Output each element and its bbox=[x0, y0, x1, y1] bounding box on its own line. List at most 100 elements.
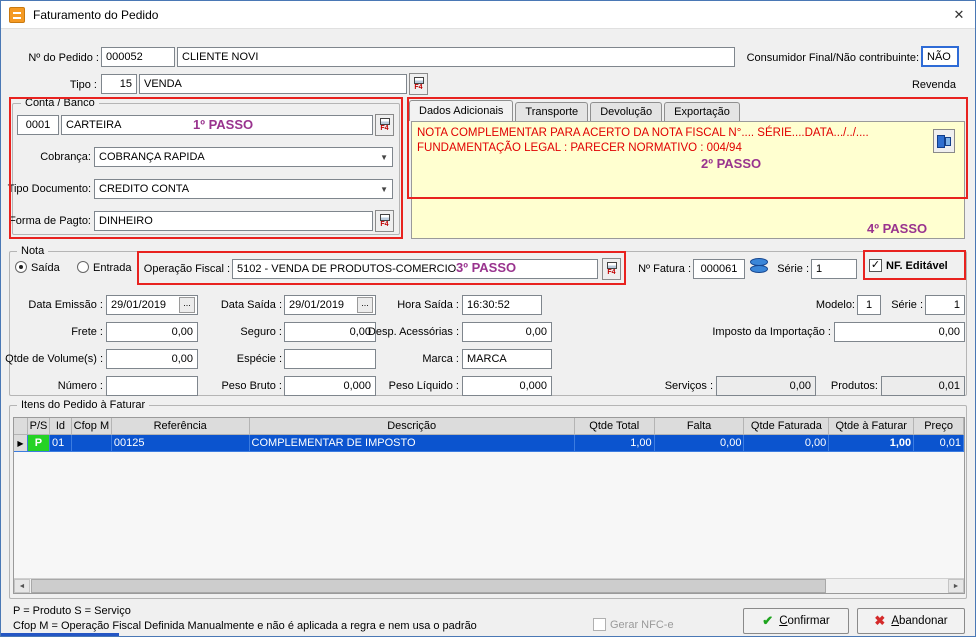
data-emissao-input[interactable]: 29/01/2019 ... bbox=[106, 295, 198, 315]
itens-table: P/S Id Cfop M Referência Descrição Qtde … bbox=[13, 417, 965, 594]
conta-banco-title: Conta / Banco bbox=[21, 97, 99, 109]
horizontal-scrollbar[interactable]: ◄ ► bbox=[14, 578, 964, 593]
cell-descricao: COMPLEMENTAR DE IMPOSTO bbox=[249, 435, 575, 452]
table-row[interactable]: ▶ P 01 00125 COMPLEMENTAR DE IMPOSTO 1,0… bbox=[14, 435, 965, 452]
tab-exportacao[interactable]: Exportação bbox=[664, 102, 740, 121]
serie-input[interactable]: 1 bbox=[811, 259, 857, 279]
chevron-down-icon: ▼ bbox=[380, 152, 388, 162]
nota-title: Nota bbox=[17, 245, 49, 257]
memo-detail-icon bbox=[937, 134, 951, 148]
cell-preco: 0,01 bbox=[914, 435, 965, 452]
header-qtde-faturada[interactable]: Qtde Faturada bbox=[744, 418, 830, 435]
conta-f4-button[interactable]: F4 bbox=[375, 114, 394, 136]
tipo-documento-select[interactable]: CREDITO CONTA ▼ bbox=[94, 179, 393, 199]
abandonar-button[interactable]: ✖ Abandonar bbox=[857, 608, 965, 634]
cobranca-select[interactable]: COBRANÇA RAPIDA ▼ bbox=[94, 147, 393, 167]
grid-icon bbox=[413, 76, 424, 84]
tipo-f4-button[interactable]: F4 bbox=[409, 73, 428, 95]
modelo-input[interactable]: 1 bbox=[857, 295, 881, 315]
calendar-picker-button[interactable]: ... bbox=[357, 297, 373, 313]
cell-falta: 0,00 bbox=[654, 435, 745, 452]
confirmar-button[interactable]: ✔ Confirmar bbox=[743, 608, 849, 634]
header-referencia[interactable]: Referência bbox=[111, 418, 250, 435]
fatura-input[interactable]: 000061 bbox=[693, 259, 745, 279]
cobranca-label: Cobrança: bbox=[40, 151, 91, 163]
operacao-fiscal-input[interactable]: 5102 - VENDA DE PRODUTOS-COMERCIO bbox=[232, 259, 598, 279]
imposto-importacao-input[interactable]: 0,00 bbox=[834, 322, 965, 342]
desp-acessorias-input[interactable]: 0,00 bbox=[462, 322, 552, 342]
table-header-row: P/S Id Cfop M Referência Descrição Qtde … bbox=[14, 418, 965, 435]
forma-pagto-input[interactable]: DINHEIRO bbox=[94, 211, 373, 231]
forma-pagto-f4-button[interactable]: F4 bbox=[375, 210, 394, 232]
frete-input[interactable]: 0,00 bbox=[106, 322, 198, 342]
cliente-input[interactable]: CLIENTE NOVI bbox=[177, 47, 735, 67]
titlebar: Faturamento do Pedido ✕ bbox=[1, 1, 975, 29]
qtde-volumes-input[interactable]: 0,00 bbox=[106, 349, 198, 369]
hora-saida-input[interactable]: 16:30:52 bbox=[462, 295, 542, 315]
data-saida-input[interactable]: 29/01/2019 ... bbox=[284, 295, 376, 315]
memo-line2: FUNDAMENTAÇÃO LEGAL : PARECER NORMATIVO … bbox=[417, 142, 742, 154]
entrada-radio[interactable] bbox=[77, 261, 89, 273]
servicos-label: Serviços : bbox=[664, 380, 713, 392]
passo4-text: 4º PASSO bbox=[867, 221, 928, 236]
modelo-label: Modelo: bbox=[815, 299, 855, 311]
produtos-field: 0,01 bbox=[881, 376, 965, 396]
desp-acessorias-label: Desp. Acessórias : bbox=[367, 326, 459, 338]
tipo-code-input[interactable]: 15 bbox=[101, 74, 137, 94]
fatura-icon[interactable] bbox=[749, 257, 769, 275]
cell-cfop bbox=[71, 435, 112, 452]
header-id[interactable]: Id bbox=[49, 418, 72, 435]
app-icon bbox=[9, 7, 25, 23]
header-falta[interactable]: Falta bbox=[654, 418, 745, 435]
tab-dados-adicionais[interactable]: Dados Adicionais bbox=[409, 100, 514, 121]
serie2-input[interactable]: 1 bbox=[925, 295, 965, 315]
cell-qtde-a-faturar: 1,00 bbox=[829, 435, 915, 452]
scroll-right-icon[interactable]: ► bbox=[948, 579, 964, 593]
tipo-input[interactable]: VENDA bbox=[139, 74, 407, 94]
gerar-nfce-label: Gerar NFC-e bbox=[610, 619, 674, 631]
marca-input[interactable]: MARCA bbox=[462, 349, 552, 369]
peso-bruto-input[interactable]: 0,000 bbox=[284, 376, 376, 396]
background-window-fragment bbox=[1, 633, 119, 636]
pedido-input[interactable]: 000052 bbox=[101, 47, 175, 67]
marca-label: Marca : bbox=[422, 353, 459, 365]
numero-input[interactable] bbox=[106, 376, 198, 396]
header-preco[interactable]: Preço bbox=[914, 418, 965, 435]
produtos-label: Produtos: bbox=[830, 380, 878, 392]
adicionais-tabs: Dados Adicionais Transporte Devolução Ex… bbox=[409, 100, 742, 121]
peso-liquido-input[interactable]: 0,000 bbox=[462, 376, 552, 396]
header-qtde-a-faturar[interactable]: Qtde à Faturar bbox=[829, 418, 915, 435]
consumidor-input[interactable]: NÃO bbox=[921, 46, 959, 67]
header-cfop[interactable]: Cfop M bbox=[71, 418, 112, 435]
memo-detail-button[interactable] bbox=[933, 129, 955, 153]
especie-input[interactable] bbox=[284, 349, 376, 369]
header-qtde-total[interactable]: Qtde Total bbox=[574, 418, 655, 435]
operacao-f4-button[interactable]: F4 bbox=[602, 258, 621, 280]
gerar-nfce-checkbox[interactable] bbox=[593, 618, 606, 631]
tab-devolucao[interactable]: Devolução bbox=[590, 102, 663, 121]
imposto-importacao-label: Imposto da Importação : bbox=[712, 326, 831, 338]
hora-saida-label: Hora Saída : bbox=[397, 299, 459, 311]
faturamento-dialog: Faturamento do Pedido ✕ Nº do Pedido : 0… bbox=[0, 0, 976, 637]
saida-radio[interactable] bbox=[15, 261, 27, 273]
peso-bruto-label: Peso Bruto : bbox=[221, 380, 282, 392]
especie-label: Espécie : bbox=[236, 353, 282, 365]
header-descricao[interactable]: Descrição bbox=[249, 418, 575, 435]
calendar-picker-button[interactable]: ... bbox=[179, 297, 195, 313]
tipo-documento-label: Tipo Documento: bbox=[7, 183, 91, 195]
entrada-label: Entrada bbox=[93, 262, 132, 274]
close-icon[interactable]: ✕ bbox=[943, 1, 975, 29]
saida-label: Saída bbox=[31, 262, 60, 274]
scrollbar-thumb[interactable] bbox=[31, 579, 826, 593]
scroll-left-icon[interactable]: ◄ bbox=[14, 579, 30, 593]
peso-liquido-label: Peso Líquido : bbox=[388, 380, 459, 392]
qtde-volumes-label: Qtde de Volume(s) : bbox=[5, 353, 103, 365]
serie2-label: Série : bbox=[891, 299, 923, 311]
table-empty-area bbox=[14, 452, 964, 578]
forma-pagto-label: Forma de Pagto: bbox=[9, 215, 91, 227]
tab-transporte[interactable]: Transporte bbox=[515, 102, 589, 121]
passo1-text: 1º PASSO bbox=[193, 117, 254, 132]
header-ps[interactable]: P/S bbox=[27, 418, 50, 435]
nf-editavel-checkbox[interactable]: ✓ bbox=[869, 259, 882, 272]
conta-code-input[interactable]: 0001 bbox=[17, 115, 59, 135]
